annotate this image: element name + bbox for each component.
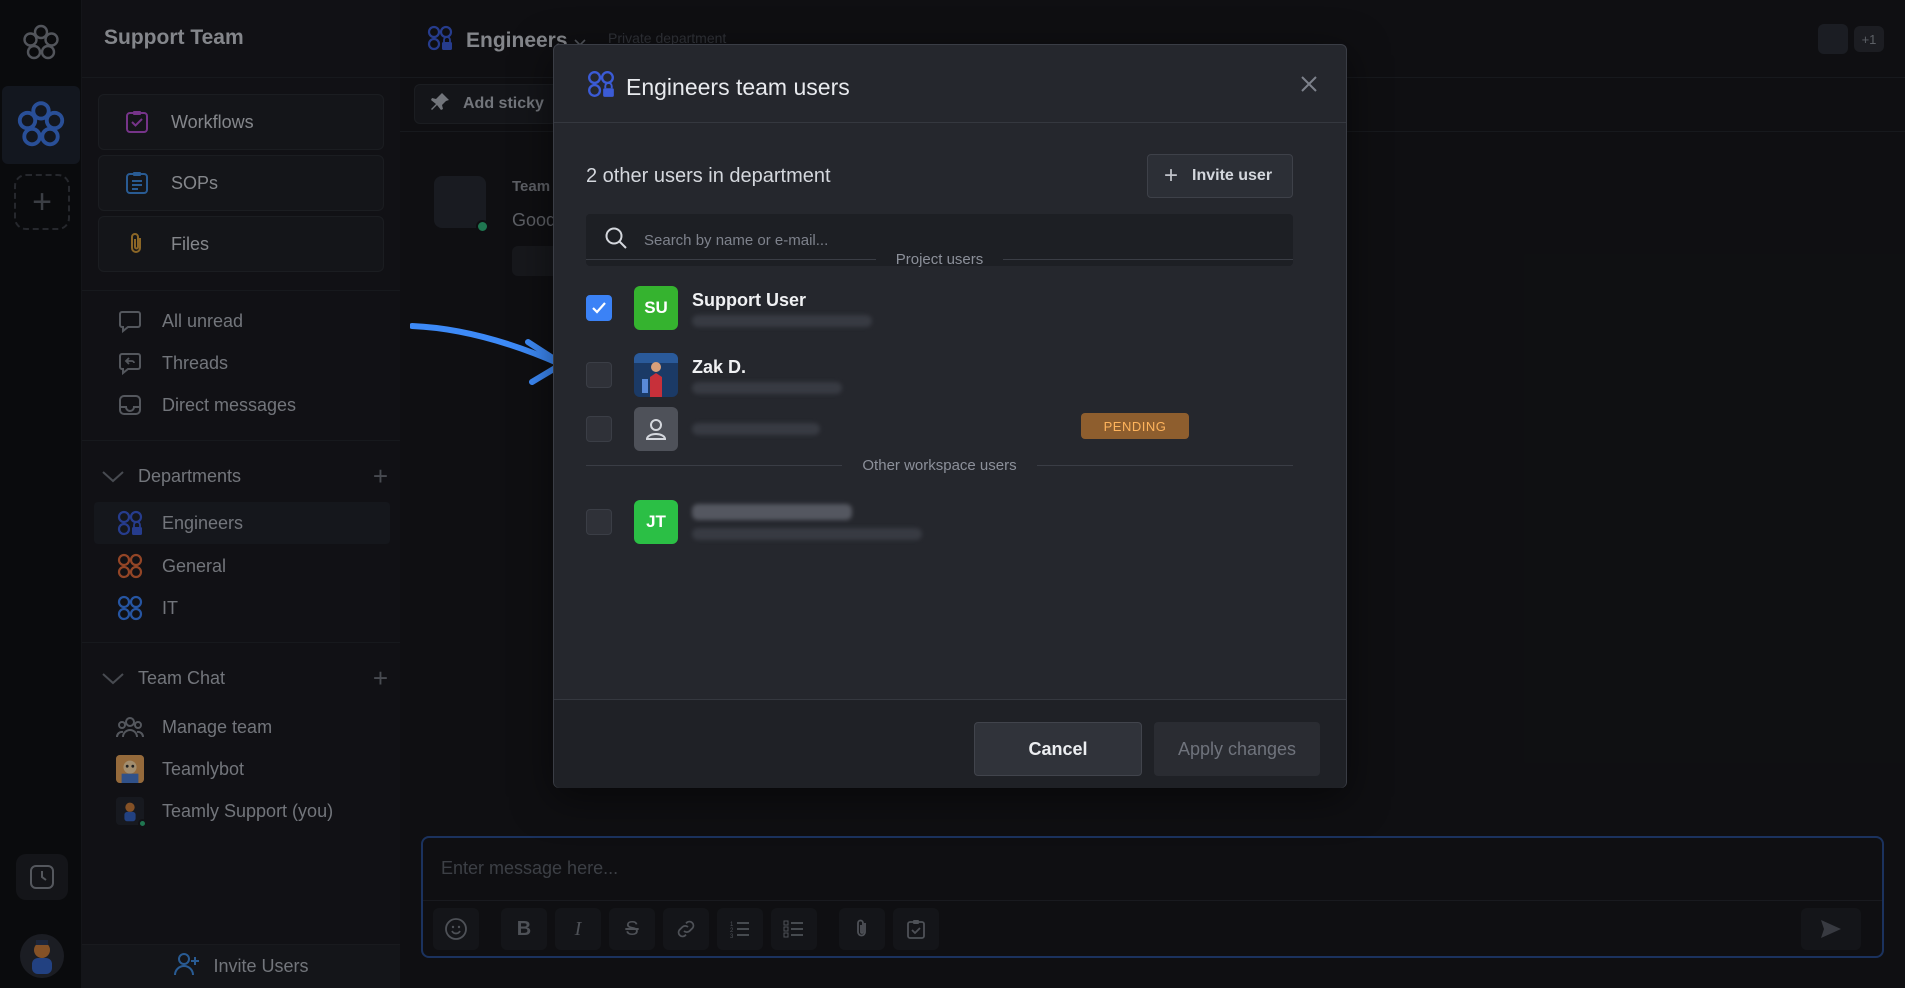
annotation-arrow-icon [410, 323, 565, 385]
user-name: Zak D. [692, 356, 747, 377]
user-avatar: SU [634, 286, 678, 330]
user-email-redacted [692, 423, 820, 435]
user-row-pending[interactable]: PENDING [586, 401, 1293, 457]
other-users-divider: Other workspace users [586, 455, 1294, 475]
plus-icon: + [1164, 162, 1179, 189]
user-row-support-user[interactable]: SU Support User [586, 280, 1293, 336]
team-users-modal: Engineers team users 2 other users in de… [553, 44, 1347, 788]
invite-user-button[interactable]: + Invite user [1147, 154, 1293, 198]
user-email-redacted [692, 314, 872, 327]
cancel-button[interactable]: Cancel [974, 722, 1142, 776]
user-email-redacted [692, 381, 842, 394]
close-icon[interactable] [1298, 73, 1320, 95]
user-avatar: JT [634, 500, 678, 544]
apply-changes-button[interactable]: Apply changes [1154, 722, 1320, 776]
section-label: Project users [895, 250, 984, 268]
modal-title: Engineers team users [586, 69, 850, 105]
user-name: Support User [692, 289, 807, 310]
project-users-divider: Project users [586, 249, 1294, 269]
department-lock-icon [586, 69, 616, 105]
section-label: Other workspace users [862, 456, 1017, 474]
modal-title-label: Engineers team users [626, 73, 850, 100]
search-input[interactable] [644, 231, 1244, 249]
pending-badge: PENDING [1081, 413, 1189, 439]
user-checkbox[interactable] [586, 509, 612, 535]
modal-footer: Cancel Apply changes [554, 700, 1346, 788]
modal-header: Engineers team users [554, 45, 1346, 123]
user-row-other[interactable]: JT [586, 494, 1293, 550]
invite-user-label: Invite user [1192, 167, 1273, 184]
user-name-redacted [692, 504, 852, 520]
user-placeholder-icon [634, 407, 678, 451]
user-checkbox[interactable] [586, 362, 612, 388]
user-email-redacted [692, 528, 922, 540]
user-checkbox[interactable] [586, 416, 612, 442]
user-avatar [634, 353, 678, 397]
user-row-zak[interactable]: Zak D. [586, 347, 1293, 403]
user-count-text: 2 other users in department [586, 165, 831, 187]
user-checkbox[interactable] [586, 295, 612, 321]
